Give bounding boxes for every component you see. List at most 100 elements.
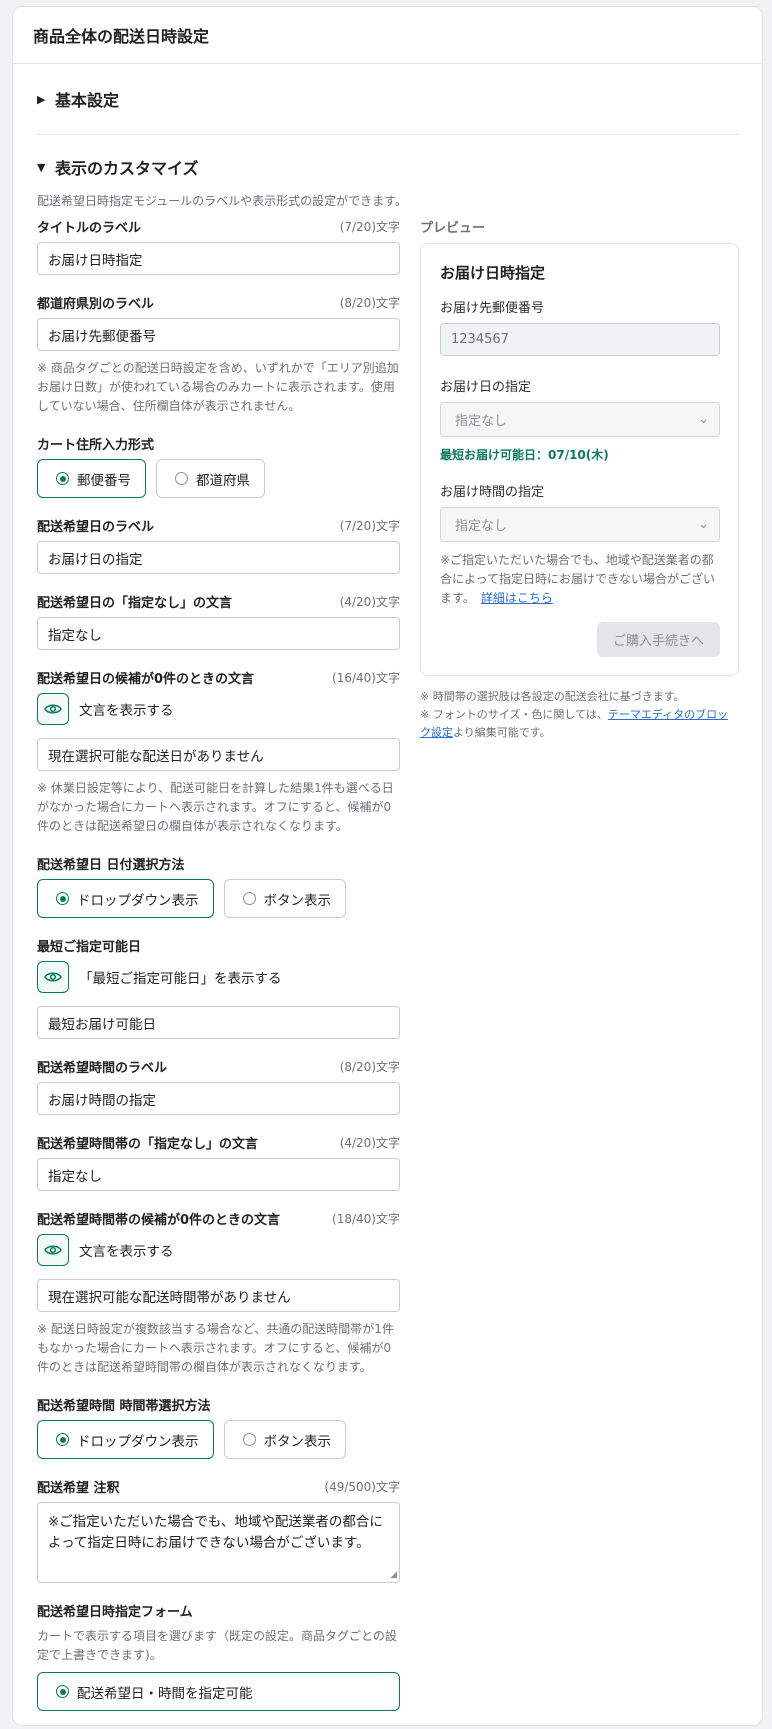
- title-label-input[interactable]: お届け日時指定: [37, 242, 400, 275]
- field-label: 配送希望 注釈: [37, 1480, 120, 1496]
- field-label: 配送希望日時指定フォーム: [37, 1604, 193, 1620]
- preview-earliest-date: 最短お届け可能日：07/10(木): [440, 448, 609, 462]
- radio-label: ドロップダウン表示: [77, 1433, 199, 1450]
- section-custom-description: 配送希望日時指定モジュールのラベルや表示形式の設定ができます。: [37, 194, 407, 208]
- preview-date-value: 指定なし: [455, 414, 508, 429]
- earliest-input[interactable]: 最短お届け可能日: [37, 1006, 400, 1039]
- radio-checked-icon: [56, 892, 69, 905]
- remark-textarea[interactable]: ※ご指定いただいた場合でも、地域や配送業者の都合によって指定日時にお届けできない…: [37, 1502, 400, 1583]
- field-label: 配送希望日の「指定なし」の文言: [37, 595, 233, 611]
- radio-label: ドロップダウン表示: [77, 892, 199, 909]
- char-count: (49/500)文字: [324, 1479, 400, 1494]
- remark-text: ※ご指定いただいた場合でも、地域や配送業者の都合によって指定日時にお届けできない…: [48, 1514, 383, 1551]
- footnote-1: ※ 時間帯の選択肢は各設定の配送会社に基づきます。: [420, 690, 685, 703]
- radio-unchecked-icon: [175, 472, 188, 485]
- date-empty-input[interactable]: 現在選択可能な配送日がありません: [37, 738, 400, 771]
- earliest-visibility-toggle[interactable]: [37, 961, 69, 993]
- footnote-2: ※ フォントのサイズ・色に関しては、テーマエディタのブロック設定より編集可能です…: [420, 706, 739, 742]
- radio-date-button[interactable]: ボタン表示: [223, 879, 346, 918]
- preview-heading: お届け日時指定: [440, 264, 546, 282]
- field-label: 配送希望時間帯の「指定なし」の文言: [37, 1136, 259, 1152]
- help-note: ※ 配送日時設定が複数該当する場合など、共通の配送時間帯が1件もなかった場合にカ…: [37, 1322, 394, 1374]
- toggle-label: 文言を表示する: [79, 703, 174, 719]
- char-count: (16/40)文字: [332, 670, 400, 685]
- field-label: 配送希望時間のラベル: [37, 1060, 168, 1076]
- time-empty-visibility-toggle[interactable]: [37, 1234, 69, 1266]
- date-empty-visibility-toggle[interactable]: [37, 693, 69, 725]
- radio-zip[interactable]: 郵便番号: [37, 459, 146, 498]
- resize-handle-icon[interactable]: ◢: [390, 1571, 397, 1580]
- preview-time-select: 指定なし ⌄: [440, 507, 720, 542]
- radio-prefecture[interactable]: 都道府県: [156, 459, 265, 498]
- radio-date-dropdown[interactable]: ドロップダウン表示: [37, 879, 214, 918]
- char-count: (8/20)文字: [339, 1059, 400, 1074]
- eye-icon: [44, 704, 62, 714]
- char-count: (8/20)文字: [339, 295, 400, 310]
- help-note: ※ 休業日設定等により、配送可能日を計算した結果1件も選べる日がなかった場合にカ…: [37, 781, 394, 833]
- field-label: 配送希望日の候補が0件のときの文言: [37, 671, 255, 687]
- date-label-input[interactable]: お届け日の指定: [37, 541, 400, 574]
- triangle-right-icon: ▶: [37, 92, 46, 106]
- radio-time-dropdown[interactable]: ドロップダウン表示: [37, 1420, 214, 1459]
- field-label: 配送希望時間 時間帯選択方法: [37, 1398, 211, 1414]
- preview-footnote: ※ 時間帯の選択肢は各設定の配送会社に基づきます。 ※ フォントのサイズ・色に関…: [420, 688, 739, 742]
- char-count: (18/40)文字: [332, 1211, 400, 1226]
- preview-date-select: 指定なし ⌄: [440, 402, 720, 437]
- triangle-down-icon: ▼: [37, 160, 46, 174]
- preview-date-label: お届け日の指定: [440, 380, 532, 395]
- section-custom-title: 表示のカスタマイズ: [55, 159, 199, 178]
- radio-checked-icon: [56, 1685, 69, 1698]
- settings-card: 商品全体の配送日時設定 ▶ 基本設定 ▼ 表示のカスタマイズ 配送希望日時指定モ…: [12, 6, 763, 1726]
- preview-time-value: 指定なし: [455, 519, 508, 534]
- radio-checked-icon: [56, 472, 69, 485]
- radio-label: ボタン表示: [263, 1433, 332, 1450]
- chevron-down-icon: ⌄: [698, 412, 709, 427]
- radio-label: ボタン表示: [263, 892, 332, 909]
- section-basic-toggle[interactable]: ▶ 基本設定: [37, 64, 739, 135]
- preview-title: プレビュー: [420, 221, 486, 236]
- field-label: 配送希望日のラベル: [37, 519, 155, 535]
- help-note: ※ 商品タグごとの配送日時設定を含め、いずれかで「エリア別追加お届け日数」が使わ…: [37, 361, 399, 413]
- section-basic-title: 基本設定: [55, 91, 120, 110]
- chevron-down-icon: ⌄: [698, 517, 709, 532]
- radio-checked-icon: [56, 1433, 69, 1446]
- radio-unchecked-icon: [242, 892, 256, 905]
- char-count: (7/20)文字: [339, 219, 400, 234]
- date-none-input[interactable]: 指定なし: [37, 617, 400, 650]
- time-empty-input[interactable]: 現在選択可能な配送時間帯がありません: [37, 1279, 400, 1312]
- preview-box: お届け日時指定 お届け先郵便番号 1234567 お届け日の指定 指定なし ⌄ 最…: [420, 243, 739, 676]
- help-note: カートで表示する項目を選びます（既定の設定。商品タグごとの設定で上書きできます)…: [37, 1629, 397, 1662]
- radio-label: 郵便番号: [77, 472, 131, 489]
- preview-zip-label: お届け先郵便番号: [440, 301, 545, 316]
- radio-label: 都道府県: [196, 472, 250, 489]
- field-label: カート住所入力形式: [37, 437, 155, 453]
- pref-label-input[interactable]: お届け先郵便番号: [37, 318, 400, 351]
- field-label: 配送希望時間帯の候補が0件のときの文言: [37, 1212, 281, 1228]
- toggle-label: 文言を表示する: [79, 1244, 174, 1260]
- section-custom-toggle[interactable]: ▼ 表示のカスタマイズ: [37, 155, 739, 179]
- toggle-label: 「最短ご指定可能日」を表示する: [79, 971, 282, 987]
- footnote-2-post: より編集可能です。: [453, 726, 551, 739]
- field-label: 最短ご指定可能日: [37, 939, 142, 955]
- radio-form-date-time[interactable]: 配送希望日・時間を指定可能: [37, 1672, 400, 1711]
- time-none-input[interactable]: 指定なし: [37, 1158, 400, 1191]
- radio-label: 配送希望日・時間を指定可能: [77, 1685, 253, 1702]
- radio-unchecked-icon: [242, 1433, 256, 1446]
- card-title: 商品全体の配送日時設定: [13, 7, 762, 64]
- preview-zip-input: 1234567: [440, 323, 720, 356]
- field-label: タイトルのラベル: [37, 220, 142, 236]
- char-count: (7/20)文字: [339, 518, 400, 533]
- preview-time-label: お届け時間の指定: [440, 485, 545, 500]
- settings-column: タイトルのラベル (7/20)文字 お届け日時指定 都道府県別のラベル (8/20)…: [37, 217, 400, 1729]
- radio-time-button[interactable]: ボタン表示: [223, 1420, 346, 1459]
- field-label: 配送希望日 日付選択方法: [37, 857, 185, 873]
- footnote-2-pre: ※ フォントのサイズ・色に関しては、: [420, 708, 608, 721]
- field-label: 都道府県別のラベル: [37, 296, 155, 312]
- time-label-input[interactable]: お届け時間の指定: [37, 1082, 400, 1115]
- preview-column: プレビュー お届け日時指定 お届け先郵便番号 1234567 お届け日の指定 指…: [420, 217, 739, 1729]
- char-count: (4/20)文字: [339, 594, 400, 609]
- preview-note: ※ご指定いただいた場合でも、地域や配送業者の都合によって指定日時にお届けできない…: [440, 551, 720, 608]
- eye-icon: [44, 1245, 62, 1255]
- preview-details-link[interactable]: 詳細はこちら: [481, 591, 553, 605]
- eye-icon: [44, 972, 62, 982]
